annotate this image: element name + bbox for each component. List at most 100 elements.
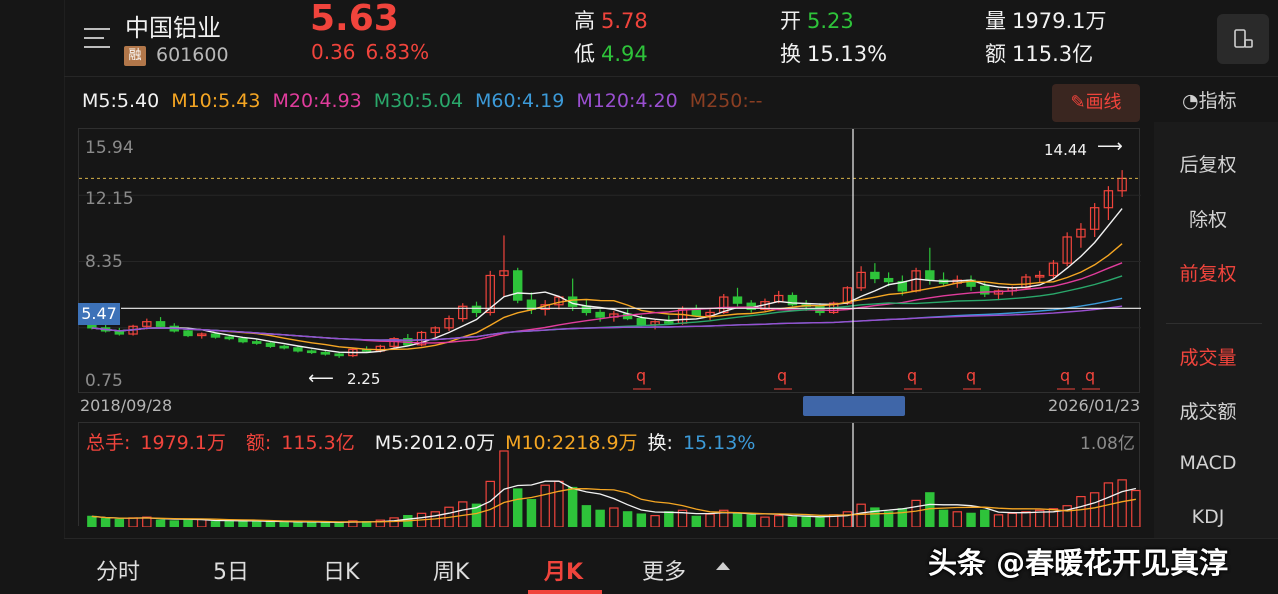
rotate-screen-button[interactable] [1217,14,1269,64]
tab-weekly-k[interactable]: 周K [433,554,469,586]
volume-bar [622,511,633,528]
volume-bar [279,521,289,528]
indicator-button[interactable]: ◔指标 [1182,86,1237,113]
volume-bar [1117,479,1127,528]
tab-more[interactable]: 更多 [642,554,686,586]
volume-bar [938,509,949,528]
volume-bar [512,488,523,528]
ma20-line [91,262,1123,344]
right-side-panel: 后复权 除权 前复权 成交量 成交额 MACD KDJ [1154,122,1278,538]
candle-body [636,318,647,326]
menu-icon[interactable] [84,28,110,50]
rights-adjust-forward[interactable]: 前复权 [1154,259,1262,286]
candle-body [155,321,166,327]
rights-adjust-back[interactable]: 后复权 [1154,150,1262,177]
total-volume: 总手: 1979.1万 [86,432,236,454]
indicator-volume[interactable]: 成交量 [1154,343,1262,370]
ma60-label: M60:4.19 [475,90,565,112]
volume-bar [334,522,344,528]
low-price-marker: 2.25 [347,370,381,388]
dividend-marker: q [777,366,787,385]
tab-intraday[interactable]: 分时 [96,554,140,586]
candle-body [238,338,248,343]
stat-high: 高 5.78 [574,5,648,35]
indicator-amount[interactable]: 成交额 [1154,397,1262,424]
candlestick-svg: qqqqqq [79,129,1141,394]
indicator-macd[interactable]: MACD [1154,452,1262,474]
ma60-line [91,297,1123,341]
stat-open-value: 5.23 [807,9,854,33]
volume-bar [320,521,331,528]
candle-body [732,296,743,304]
stat-amount-value: 115.3亿 [1012,42,1094,66]
watermark: 头条 @春暖花开见真淳 [928,546,1229,580]
candlestick-chart[interactable]: qqqqqq [78,128,1141,394]
caret-up-icon[interactable] [716,562,730,570]
stat-low-label: 低 [574,42,595,66]
crosshair-price-tag: 5.47 [78,303,120,325]
volume-bar [664,511,674,528]
volume-bar [1131,489,1141,528]
candle-body [883,277,894,283]
dividend-marker: q [1085,366,1095,385]
turnover-amount: 额: 115.3亿 [246,432,365,454]
candle-body [595,311,605,318]
stat-turnover: 换 15.13% [780,38,887,68]
candle-body [210,333,221,338]
volume-bar [251,520,262,528]
dividend-marker: q [636,366,646,385]
volume-bar [540,484,550,528]
ma250-label: M250:-- [689,90,763,112]
tab-5day[interactable]: 5日 [213,554,249,586]
date-end: 2026/01/23 [1048,396,1141,415]
tab-monthly-k[interactable]: 月K [544,554,583,586]
volume-bar [100,518,111,528]
indicator-kdj[interactable]: KDJ [1154,506,1262,528]
volume-bar [691,515,702,528]
vol-m5: M5:2012.0万 [374,432,496,454]
volume-bar [732,512,743,528]
volume-bar [238,521,248,528]
volume-bar [526,499,537,528]
chart-scrollbar-thumb[interactable] [803,396,905,416]
stock-name[interactable]: 中国铝业 [125,8,221,43]
ma120-label: M120:4.20 [576,90,678,112]
volume-bar [966,512,976,528]
left-arrow-icon: ⟵ [308,368,334,389]
volume-bar [842,511,853,528]
volume-bar [224,520,234,528]
stock-code: 601600 [156,44,229,66]
draw-line-label: 画线 [1085,92,1122,113]
dividend-marker: q [1060,366,1070,385]
tab-daily-k[interactable]: 日K [323,554,359,586]
volume-bar [705,513,715,528]
volume-bar [128,517,138,528]
candle-body [664,321,674,324]
active-tab-indicator [528,590,602,594]
candle-body [334,353,344,357]
stat-high-label: 高 [574,9,595,33]
ma5-line [91,208,1123,354]
gauge-icon: ◔ [1182,90,1199,112]
volume-bar [760,516,770,528]
volume-bar [636,513,647,528]
draw-line-button[interactable]: ✎画线 [1052,84,1140,122]
rights-adjust-none[interactable]: 除权 [1154,205,1262,232]
volume-bar [485,480,495,528]
volume-bar [609,507,619,528]
ma-legend: M5:5.40 M10:5.43 M20:4.93 M30:5.04 M60:4.19 M… [82,90,774,112]
candle-body [471,305,482,314]
vol-turnover-value: 15.13% [682,432,756,454]
volume-bar [650,514,660,528]
stat-amount-label: 额 [985,42,1006,66]
candle-body [279,345,289,349]
ma30-label: M30:5.04 [373,90,464,112]
y-tick-label: 0.75 [85,371,123,391]
stat-volume-value: 1979.1万 [1012,9,1107,33]
total-volume-label: 总手: [86,432,131,454]
margin-trading-badge: 融 [124,46,146,66]
volume-bar [980,509,990,528]
volume-bar [993,514,1004,528]
volume-bar [897,508,908,528]
candle-body [691,308,702,317]
